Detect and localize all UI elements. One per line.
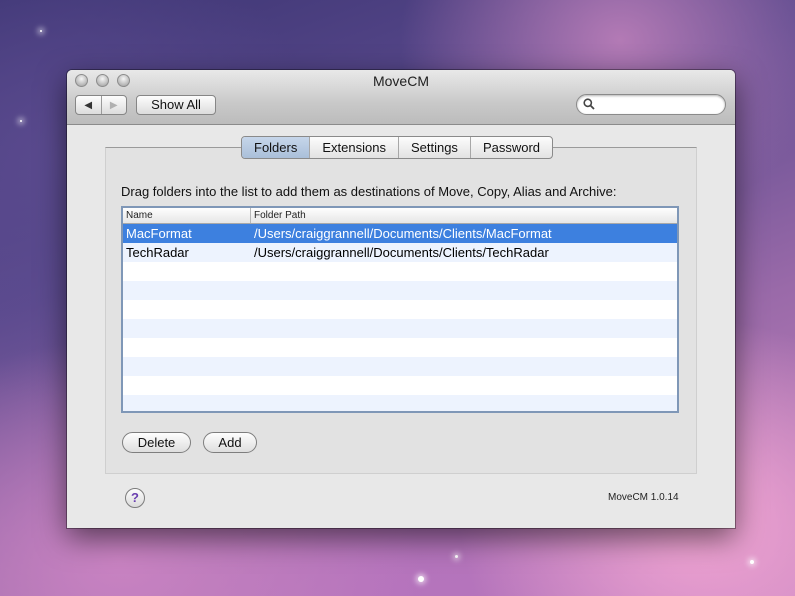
forward-button[interactable]: ▶ — [100, 96, 127, 114]
row-path: /Users/craiggrannell/Documents/Clients/M… — [254, 226, 552, 241]
table-row[interactable]: MacFormat /Users/craiggrannell/Documents… — [123, 224, 677, 243]
empty-row — [123, 300, 677, 319]
column-header-name[interactable]: Name — [123, 208, 250, 223]
help-button[interactable]: ? — [125, 488, 145, 508]
row-name: MacFormat — [126, 226, 192, 241]
empty-row — [123, 281, 677, 300]
empty-row — [123, 357, 677, 376]
column-header-folder-path[interactable]: Folder Path — [250, 208, 677, 223]
row-path: /Users/craiggrannell/Documents/Clients/T… — [254, 245, 549, 260]
search-input[interactable] — [599, 97, 721, 113]
table-body: MacFormat /Users/craiggrannell/Documents… — [123, 224, 677, 411]
back-forward-control: ◀ ▶ — [75, 95, 127, 115]
tab-bar: Folders Extensions Settings Password — [241, 136, 554, 159]
empty-row — [123, 319, 677, 338]
preferences-window: MoveCM ◀ ▶ Show All Folders Extensions S… — [67, 70, 735, 528]
add-button[interactable]: Add — [203, 432, 257, 453]
folders-table[interactable]: Name Folder Path MacFormat /Users/craigg… — [121, 206, 679, 413]
tab-settings[interactable]: Settings — [397, 137, 470, 158]
window-title: MoveCM — [372, 73, 429, 89]
row-name: TechRadar — [126, 245, 189, 260]
search-field[interactable] — [576, 94, 726, 115]
version-label: MoveCM 1.0.14 — [608, 492, 679, 503]
show-all-button[interactable]: Show All — [136, 95, 216, 115]
back-arrow-icon: ◀ — [84, 99, 93, 111]
empty-row — [123, 395, 677, 411]
toolbar: MoveCM ◀ ▶ Show All — [67, 70, 735, 125]
empty-row — [123, 262, 677, 281]
desktop-star — [750, 560, 754, 564]
table-row[interactable]: TechRadar /Users/craiggrannell/Documents… — [123, 243, 677, 262]
tab-folders[interactable]: Folders — [242, 137, 310, 158]
desktop-star — [455, 555, 458, 558]
tab-password[interactable]: Password — [469, 137, 552, 158]
desktop-star — [418, 576, 424, 582]
desktop-star — [20, 120, 22, 122]
search-icon — [583, 98, 595, 113]
desktop-star — [40, 30, 42, 32]
table-header: Name Folder Path — [123, 208, 677, 224]
instructions-text: Drag folders into the list to add them a… — [121, 184, 617, 199]
empty-row — [123, 338, 677, 357]
delete-button[interactable]: Delete — [122, 432, 191, 453]
tab-extensions[interactable]: Extensions — [309, 137, 398, 158]
empty-row — [123, 376, 677, 395]
back-button[interactable]: ◀ — [76, 96, 101, 114]
forward-arrow-icon: ▶ — [109, 99, 118, 111]
